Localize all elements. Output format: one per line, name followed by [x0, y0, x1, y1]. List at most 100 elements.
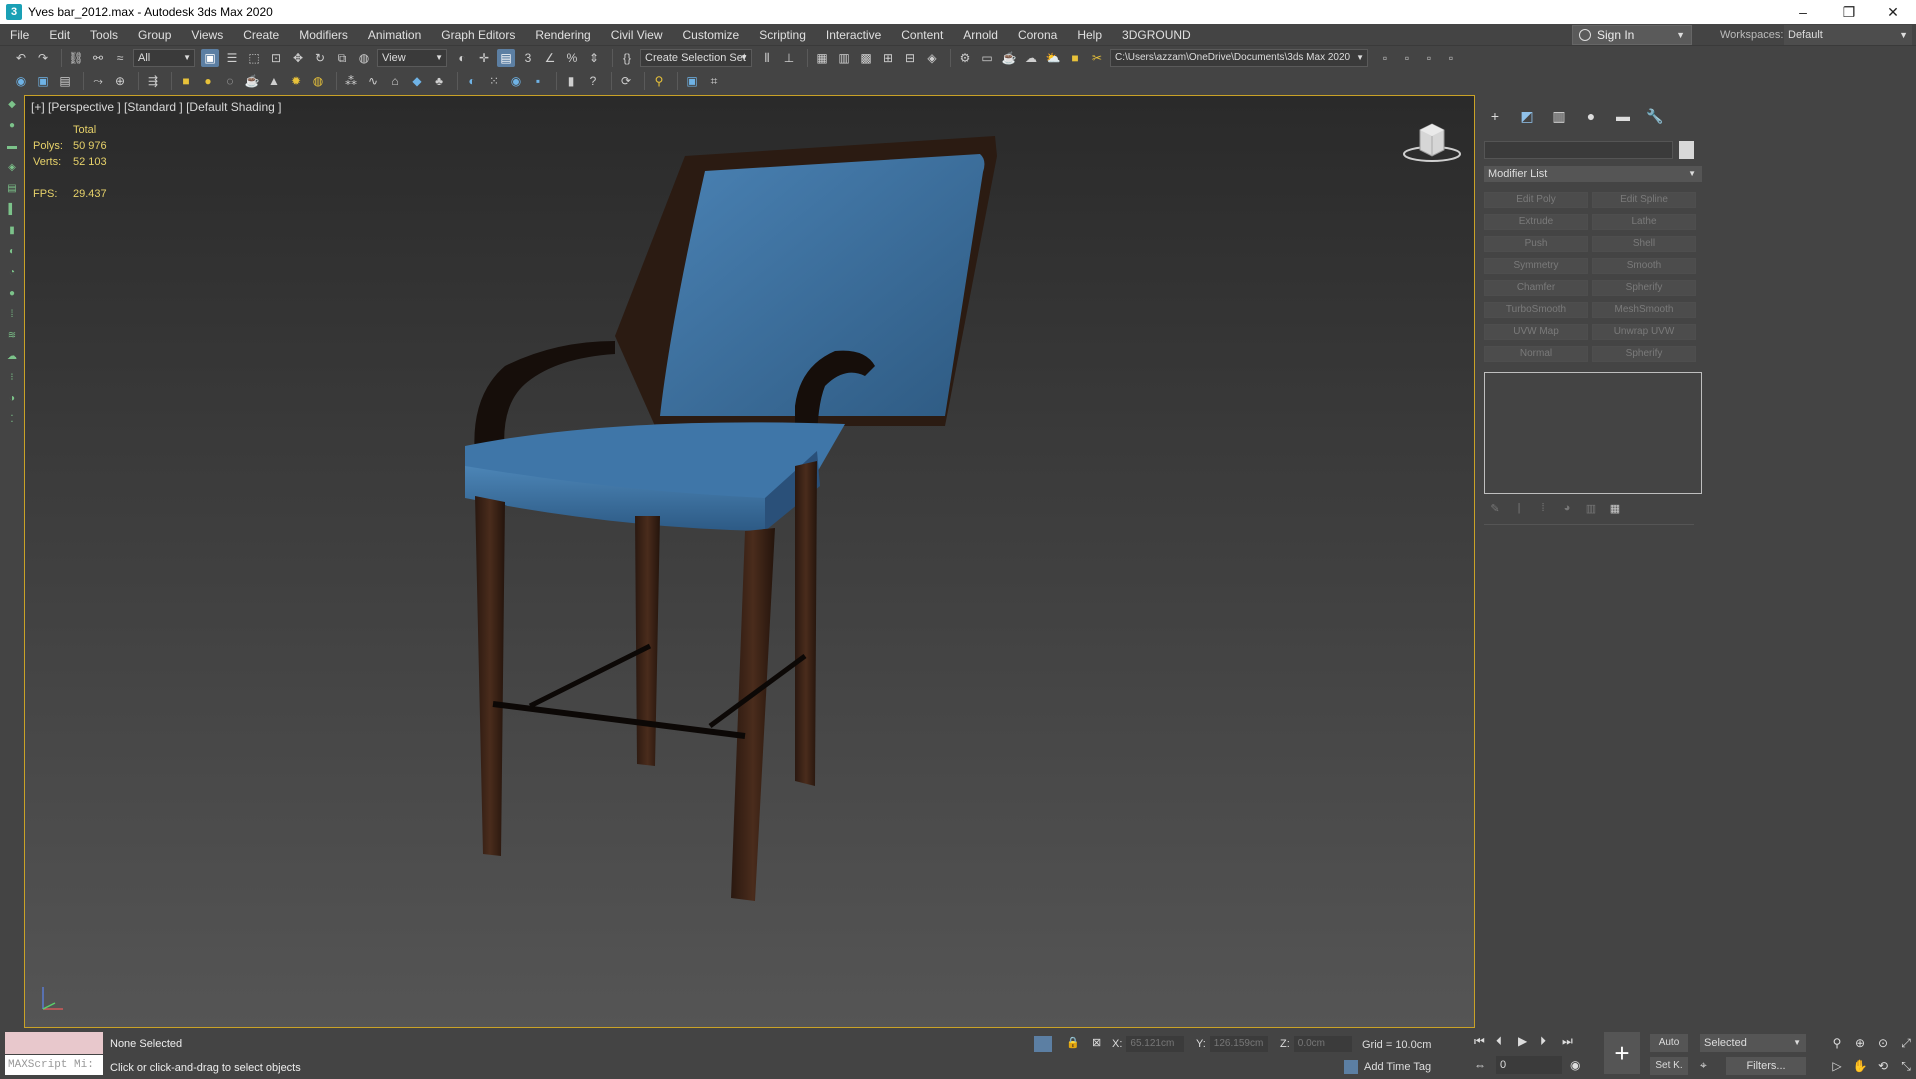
- display-containers-icon[interactable]: ≋: [5, 329, 19, 343]
- sphere-primitive-icon[interactable]: ●: [199, 72, 217, 90]
- key-filter-icon[interactable]: ◉: [1570, 1058, 1580, 1072]
- refresh-icon[interactable]: ⟳: [617, 72, 635, 90]
- effects-icon[interactable]: ⁙: [485, 72, 503, 90]
- zoom-icon[interactable]: ⚲: [1828, 1034, 1846, 1052]
- menu-animation[interactable]: Animation: [358, 24, 431, 46]
- modifier-list-dropdown[interactable]: Modifier List ▼: [1484, 166, 1702, 182]
- remove-modifier-icon[interactable]: ◕: [1560, 502, 1574, 516]
- modifier-button[interactable]: Spherify: [1592, 346, 1696, 362]
- set-key-button[interactable]: Set K.: [1650, 1057, 1688, 1075]
- display-all-icon[interactable]: ◑: [5, 392, 19, 406]
- project-folder-icon[interactable]: ▫: [1376, 49, 1394, 67]
- menu-modifiers[interactable]: Modifiers: [289, 24, 358, 46]
- key-filters-button[interactable]: Filters...: [1726, 1057, 1806, 1075]
- project-save-icon[interactable]: ▫: [1420, 49, 1438, 67]
- viewcube[interactable]: [1402, 116, 1462, 166]
- modify-tab-icon[interactable]: ◩: [1516, 106, 1538, 126]
- menu-rendering[interactable]: Rendering: [525, 24, 600, 46]
- cone-primitive-icon[interactable]: ▲: [265, 72, 283, 90]
- x-coordinate-input[interactable]: 65.121cm: [1126, 1036, 1185, 1052]
- lock-selection-icon[interactable]: 🔒: [1066, 1036, 1080, 1049]
- menu-create[interactable]: Create: [233, 24, 289, 46]
- link-icon[interactable]: ⛓: [67, 49, 85, 67]
- angle-snap-icon[interactable]: ∠: [541, 49, 559, 67]
- grid-icon[interactable]: ⌗: [705, 72, 723, 90]
- modifier-button[interactable]: Lathe: [1592, 214, 1696, 230]
- modifier-button[interactable]: Edit Poly: [1484, 192, 1588, 208]
- render-iterative-icon[interactable]: ☁: [1022, 49, 1040, 67]
- make-unique-icon[interactable]: ⁞: [1536, 502, 1550, 516]
- modifier-stack[interactable]: [1484, 372, 1702, 494]
- pivot-center-icon[interactable]: ◐: [453, 49, 471, 67]
- play-icon[interactable]: ▶: [1518, 1034, 1527, 1048]
- display-space-warps-icon[interactable]: ◐: [5, 245, 19, 259]
- light-icon[interactable]: ✹: [287, 72, 305, 90]
- undo-icon[interactable]: ↶: [12, 49, 30, 67]
- render-production-icon[interactable]: ☕: [1000, 49, 1018, 67]
- batch-render-icon[interactable]: ▮: [562, 72, 580, 90]
- redo-icon[interactable]: ↷: [34, 49, 52, 67]
- helper-icon[interactable]: ◆: [408, 72, 426, 90]
- menu-group[interactable]: Group: [128, 24, 181, 46]
- named-selection-set-select[interactable]: Create Selection Set ▼: [640, 49, 752, 67]
- absolute-mode-icon[interactable]: ⊠: [1092, 1036, 1101, 1049]
- display-geometry-icon[interactable]: ▬: [5, 140, 19, 154]
- move-icon[interactable]: ✥: [289, 49, 307, 67]
- display-xrefs-icon[interactable]: ●: [5, 287, 19, 301]
- field-of-view-icon[interactable]: ▷: [1828, 1057, 1846, 1075]
- sort-icon[interactable]: ●: [5, 119, 19, 133]
- zoom-extents-icon[interactable]: ⊙: [1874, 1034, 1892, 1052]
- filter-more-icon[interactable]: ⁚: [5, 413, 19, 427]
- xref-icon[interactable]: ⤳: [89, 72, 107, 90]
- display-hidden-icon[interactable]: ⁝: [5, 371, 19, 385]
- physical-camera-icon[interactable]: ▣: [683, 72, 701, 90]
- go-to-end-icon[interactable]: ⏭: [1562, 1034, 1573, 1049]
- keyboard-shortcut-override-icon[interactable]: ▤: [497, 49, 515, 67]
- zoom-extents-all-icon[interactable]: ⤢: [1897, 1034, 1915, 1052]
- menu-arnold[interactable]: Arnold: [953, 24, 1008, 46]
- box-primitive-icon[interactable]: ■: [177, 72, 195, 90]
- modifier-button[interactable]: Unwrap UVW: [1592, 324, 1696, 340]
- object-name-input[interactable]: [1484, 141, 1673, 159]
- sign-in-dropdown[interactable]: Sign In ▼: [1572, 25, 1692, 45]
- menu-content[interactable]: Content: [891, 24, 953, 46]
- particle-icon[interactable]: ⁂: [342, 72, 360, 90]
- menu-graph-editors[interactable]: Graph Editors: [431, 24, 525, 46]
- rect-selection-icon[interactable]: ⬚: [245, 49, 263, 67]
- menu-3dground[interactable]: 3DGROUND: [1112, 24, 1201, 46]
- material-editor-icon[interactable]: ◈: [923, 49, 941, 67]
- orbit-icon[interactable]: ⟲: [1874, 1057, 1892, 1075]
- workspace-select[interactable]: Default ▼: [1784, 25, 1912, 45]
- select-manipulate-icon[interactable]: ✛: [475, 49, 493, 67]
- menu-scripting[interactable]: Scripting: [749, 24, 816, 46]
- isolate-selection-icon[interactable]: [1034, 1036, 1052, 1052]
- corona-tools-icon[interactable]: ✂: [1088, 49, 1106, 67]
- spinner-snap-icon[interactable]: ⇕: [585, 49, 603, 67]
- modifier-button[interactable]: Smooth: [1592, 258, 1696, 274]
- auto-key-button[interactable]: Auto: [1650, 1034, 1688, 1052]
- select-object-icon[interactable]: ▣: [201, 49, 219, 67]
- next-frame-icon[interactable]: ⏵: [1540, 1034, 1546, 1049]
- menu-edit[interactable]: Edit: [39, 24, 80, 46]
- menu-customize[interactable]: Customize: [673, 24, 750, 46]
- key-filter-select[interactable]: Selected ▼: [1700, 1034, 1806, 1052]
- scale-icon[interactable]: ⧉: [333, 49, 351, 67]
- go-to-start-icon[interactable]: ⏮: [1474, 1034, 1485, 1049]
- restore-button[interactable]: ❐: [1826, 0, 1872, 24]
- menu-interactive[interactable]: Interactive: [816, 24, 891, 46]
- corona-render-icon[interactable]: ■: [1066, 49, 1084, 67]
- spline-icon[interactable]: ∿: [364, 72, 382, 90]
- modifier-button[interactable]: Extrude: [1484, 214, 1588, 230]
- display-helpers-icon[interactable]: ▮: [5, 224, 19, 238]
- ribbon-toggle-icon[interactable]: ▩: [857, 49, 875, 67]
- hierarchy-tab-icon[interactable]: ▥: [1548, 106, 1570, 126]
- vegetation-icon[interactable]: ♣: [430, 72, 448, 90]
- geosphere-primitive-icon[interactable]: ◌: [221, 72, 239, 90]
- modifier-button[interactable]: Edit Spline: [1592, 192, 1696, 208]
- modifier-button[interactable]: Normal: [1484, 346, 1588, 362]
- previous-frame-icon[interactable]: ⏴: [1496, 1034, 1502, 1049]
- modifier-button[interactable]: TurboSmooth: [1484, 302, 1588, 318]
- render-element-icon[interactable]: ◉: [507, 72, 525, 90]
- vfb-icon[interactable]: ▪: [529, 72, 547, 90]
- project-folder-path[interactable]: C:\Users\azzam\OneDrive\Documents\3ds Ma…: [1110, 49, 1368, 67]
